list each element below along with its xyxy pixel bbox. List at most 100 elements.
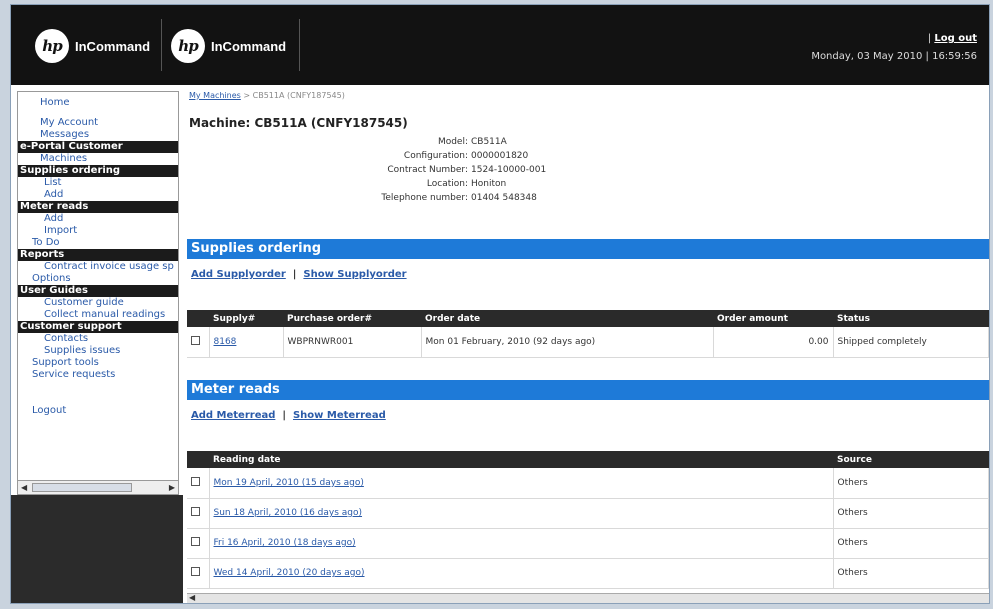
column-header[interactable]: Order amount bbox=[713, 310, 833, 327]
sidebar-nav: Home My Account Messages e-Portal Custom… bbox=[17, 91, 179, 493]
logout-link[interactable]: Log out bbox=[934, 33, 977, 44]
scroll-right-icon[interactable]: ▶ bbox=[169, 483, 175, 492]
reading-date-cell: Wed 14 April, 2010 (20 days ago) bbox=[209, 558, 834, 589]
sidebar-item-logout[interactable]: Logout bbox=[18, 405, 178, 417]
show-meterread-link[interactable]: Show Meterread bbox=[293, 410, 386, 421]
main-content: My Machines > CB511A (CNFY187545) Machin… bbox=[183, 85, 989, 603]
datetime: Monday, 03 May 2010 | 16:59:56 bbox=[811, 51, 977, 62]
sidebar-item-options[interactable]: Options bbox=[18, 273, 178, 285]
table-row: Sun 18 April, 2010 (16 days ago) Others bbox=[187, 498, 989, 529]
sidebar-item-my-account[interactable]: My Account bbox=[18, 117, 178, 129]
reading-date-cell: Fri 16 April, 2010 (18 days ago) bbox=[209, 528, 834, 559]
order-amount-cell: 0.00 bbox=[713, 327, 834, 358]
sidebar-section-customer-support: Customer support bbox=[18, 321, 178, 333]
sidebar-section-meter-reads: Meter reads bbox=[18, 201, 178, 213]
logout-row: | Log out bbox=[928, 33, 977, 44]
browser-window: hp InCommand hp InCommand | Log out Mond… bbox=[10, 4, 990, 604]
model-value: CB511A bbox=[471, 137, 507, 147]
reading-date-cell: Sun 18 April, 2010 (16 days ago) bbox=[209, 498, 834, 529]
reading-date-link[interactable]: Mon 19 April, 2010 (15 days ago) bbox=[214, 478, 364, 488]
reading-date-link[interactable]: Sun 18 April, 2010 (16 days ago) bbox=[214, 508, 363, 518]
supplies-table: Supply# Purchase order# Order date Order… bbox=[187, 310, 989, 358]
supply-link[interactable]: 8168 bbox=[214, 337, 237, 347]
brand-name: InCommand bbox=[75, 38, 151, 54]
sidebar-section-reports: Reports bbox=[18, 249, 178, 261]
column-header[interactable]: Reading date bbox=[209, 451, 833, 468]
logout-separator: | bbox=[927, 33, 932, 44]
sidebar-item-machines[interactable]: Machines bbox=[18, 153, 178, 165]
order-date-cell: Mon 01 February, 2010 (92 days ago) bbox=[421, 327, 714, 358]
sidebar-item-support-tools[interactable]: Support tools bbox=[18, 357, 178, 369]
sidebar-item-todo[interactable]: To Do bbox=[18, 237, 178, 249]
contract-label: Contract Number: bbox=[387, 165, 468, 175]
row-checkbox[interactable] bbox=[191, 507, 200, 516]
add-meterread-link[interactable]: Add Meterread bbox=[191, 410, 275, 421]
contract-value: 1524-10000-001 bbox=[471, 165, 547, 175]
phone-label: Telephone number: bbox=[381, 193, 468, 203]
sidebar-item-meter-import[interactable]: Import bbox=[18, 225, 178, 237]
column-header[interactable]: Purchase order# bbox=[283, 310, 421, 327]
reading-date-cell: Mon 19 April, 2010 (15 days ago) bbox=[209, 468, 834, 499]
row-checkbox[interactable] bbox=[191, 537, 200, 546]
sidebar-item-service-requests[interactable]: Service requests bbox=[18, 369, 178, 381]
add-supplyorder-link[interactable]: Add Supplyorder bbox=[191, 269, 286, 280]
sidebar-item-contacts[interactable]: Contacts bbox=[18, 333, 178, 345]
brand-name: InCommand bbox=[211, 38, 287, 54]
source-cell: Others bbox=[833, 498, 989, 529]
location-label: Location: bbox=[426, 179, 468, 189]
sidebar-item-supplies-add[interactable]: Add bbox=[18, 189, 178, 201]
sidebar-section-eportal: e-Portal Customer bbox=[18, 141, 178, 153]
meter-links: Add Meterread | Show Meterread bbox=[191, 410, 386, 421]
meter-table: Reading date Source Mon 19 April, 2010 (… bbox=[187, 451, 989, 589]
sidebar-item-customer-guide[interactable]: Customer guide bbox=[18, 297, 178, 309]
scroll-left-icon[interactable]: ◀ bbox=[189, 593, 195, 602]
show-supplyorder-link[interactable]: Show Supplyorder bbox=[303, 269, 406, 280]
meter-heading: Meter reads bbox=[187, 380, 989, 400]
source-cell: Others bbox=[833, 558, 989, 589]
sidebar-item-supplies-issues[interactable]: Supplies issues bbox=[18, 345, 178, 357]
row-select-cell bbox=[187, 528, 210, 559]
row-checkbox[interactable] bbox=[191, 567, 200, 576]
sidebar-item-meter-add[interactable]: Add bbox=[18, 213, 178, 225]
breadcrumb-my-machines[interactable]: My Machines bbox=[189, 91, 241, 100]
sidebar-item-supplies-list[interactable]: List bbox=[18, 177, 178, 189]
main-scrollbar[interactable]: ◀ bbox=[187, 593, 989, 603]
source-cell: Others bbox=[833, 528, 989, 559]
config-value: 0000001820 bbox=[471, 151, 529, 161]
header-divider bbox=[161, 19, 162, 71]
table-row: Fri 16 April, 2010 (18 days ago) Others bbox=[187, 528, 989, 559]
table-row: 8168 WBPRNWR001 Mon 01 February, 2010 (9… bbox=[187, 327, 989, 358]
row-select-cell bbox=[187, 468, 210, 499]
scrollbar-thumb[interactable] bbox=[32, 483, 132, 492]
breadcrumb: My Machines > CB511A (CNFY187545) bbox=[189, 91, 345, 100]
supply-cell: 8168 bbox=[209, 327, 284, 358]
sidebar-scrollbar[interactable]: ◀ ▶ bbox=[17, 480, 179, 495]
scroll-left-icon[interactable]: ◀ bbox=[21, 483, 27, 492]
breadcrumb-separator: > bbox=[243, 91, 251, 100]
sidebar-item-collect-manual[interactable]: Collect manual readings bbox=[18, 309, 178, 321]
reading-date-link[interactable]: Wed 14 April, 2010 (20 days ago) bbox=[214, 568, 365, 578]
reading-date-link[interactable]: Fri 16 April, 2010 (18 days ago) bbox=[214, 538, 356, 548]
row-checkbox[interactable] bbox=[191, 335, 200, 345]
supplies-heading: Supplies ordering bbox=[187, 239, 989, 259]
column-header[interactable]: Order date bbox=[421, 310, 713, 327]
hp-logo-secondary: hp InCommand bbox=[171, 29, 286, 63]
column-header[interactable]: Supply# bbox=[209, 310, 283, 327]
table-header: Supply# Purchase order# Order date Order… bbox=[187, 310, 989, 327]
sidebar-section-supplies: Supplies ordering bbox=[18, 165, 178, 177]
column-header[interactable]: Source bbox=[833, 451, 989, 468]
hp-logo-icon: hp bbox=[171, 29, 205, 63]
sidebar-section-user-guides: User Guides bbox=[18, 285, 178, 297]
sidebar-item-home[interactable]: Home bbox=[18, 97, 178, 109]
supplies-links: Add Supplyorder | Show Supplyorder bbox=[191, 269, 407, 280]
breadcrumb-current: CB511A (CNFY187545) bbox=[252, 91, 345, 100]
row-checkbox[interactable] bbox=[191, 476, 200, 486]
sidebar-item-messages[interactable]: Messages bbox=[18, 129, 178, 141]
header: hp InCommand hp InCommand | Log out Mond… bbox=[11, 5, 989, 85]
column-header[interactable]: Status bbox=[833, 310, 989, 327]
location-value: Honiton bbox=[471, 179, 507, 189]
link-separator: | bbox=[292, 269, 297, 280]
sidebar-item-contract-invoice[interactable]: Contract invoice usage sp bbox=[18, 261, 178, 273]
column-select bbox=[187, 451, 209, 468]
config-label: Configuration: bbox=[403, 151, 468, 161]
